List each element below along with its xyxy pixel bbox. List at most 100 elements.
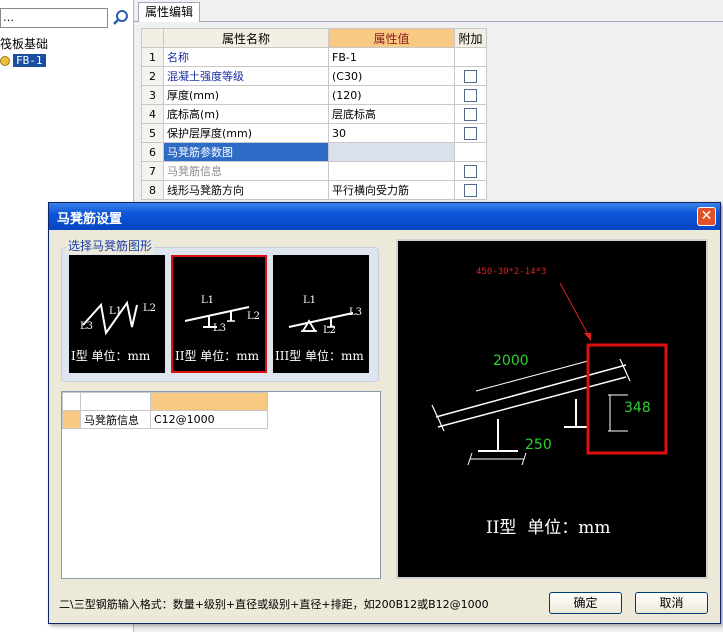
row-number: 1 [141,47,164,67]
tree-item-label: FB-1 [13,54,46,67]
property-value[interactable]: 层底标高 [328,104,455,124]
extra-checkbox[interactable] [464,183,477,197]
shape-option-type1[interactable]: L1 L2 L3 I型 单位：mm [69,255,165,373]
extra-cell [454,142,487,162]
label-l3: L3 [213,323,227,334]
property-row[interactable]: 2 混凝土强度等级 (C30) [141,66,487,86]
property-name: 混凝土强度等级 [163,66,329,86]
property-value[interactable]: (120) [328,85,455,105]
extra-cell[interactable] [454,85,487,105]
row-number: 6 [141,142,164,162]
extra-checkbox[interactable] [464,126,477,140]
stirrup-chair-dialog: 马凳筋设置 ✕ L1 L2 L3 I型 单位：mm L1 L2 L3 II型 单… [48,202,721,624]
property-name: 名称 [163,47,329,67]
header-extra[interactable]: 附加 [454,28,487,48]
info-row-marker [62,410,81,429]
tab-divider [134,21,723,22]
dim-l3-label: 250 [525,437,552,453]
dim-l2-label: 348 [624,400,651,416]
highlight-box [586,343,668,455]
shape-group: L1 L2 L3 I型 单位：mm L1 L2 L3 II型 单位：mm L1 … [61,247,379,382]
property-name: 底标高(m) [163,104,329,124]
preview-caption: II型 单位：mm [486,518,611,538]
property-row[interactable]: 8 线形马凳筋方向 平行横向受力筋 [141,180,487,200]
extra-checkbox[interactable] [464,69,477,83]
extra-cell[interactable] [454,66,487,86]
label-l3: L3 [80,321,94,332]
tree-root-item[interactable]: 筏板基础 [0,36,48,52]
shape-caption: III型 单位：mm [275,349,364,363]
dialog-titlebar[interactable]: 马凳筋设置 ✕ [49,203,720,230]
property-name: 线形马凳筋方向 [163,180,329,200]
arrowhead-icon [584,333,591,341]
dialog-title: 马凳筋设置 [57,212,123,227]
tab-property-edit[interactable]: 属性编辑 [138,2,200,22]
row-number: 2 [141,66,164,86]
shape-caption: I型 单位：mm [71,349,151,363]
property-row[interactable]: 3 厚度(mm) (120) [141,85,487,105]
extra-cell[interactable] [454,161,487,181]
shape-option-type2[interactable]: L1 L2 L3 II型 单位：mm [171,255,267,373]
close-button[interactable]: ✕ [697,207,716,226]
tree-item-fb1[interactable]: FB-1 [0,52,46,68]
grid-corner [141,28,164,48]
property-value[interactable] [328,142,455,162]
property-row[interactable]: 4 底标高(m) 层底标高 [141,104,487,124]
property-value[interactable]: 30 [328,123,455,143]
label-l2: L2 [143,303,157,314]
extra-cell[interactable] [454,180,487,200]
property-value[interactable] [328,161,455,181]
extra-cell[interactable] [454,123,487,143]
property-value[interactable]: FB-1 [328,47,455,67]
info-panel: 马凳筋信息 C12@1000 [61,391,381,579]
label-l1: L1 [303,295,317,306]
property-value[interactable]: (C30) [328,66,455,86]
formula-arrow [559,282,592,341]
row-number: 7 [141,161,164,181]
property-row[interactable]: 5 保护层厚度(mm) 30 [141,123,487,143]
header-name[interactable]: 属性名称 [163,28,329,48]
info-header-row [62,392,268,411]
property-name: 保护层厚度(mm) [163,123,329,143]
search-icon[interactable] [110,8,131,29]
extra-checkbox[interactable] [464,88,477,102]
property-row[interactable]: 7 马凳筋信息 [141,161,487,181]
ok-button[interactable]: 确定 [549,592,622,614]
header-value[interactable]: 属性值 [328,28,455,48]
cancel-button[interactable]: 取消 [635,592,708,614]
label-l2: L2 [323,325,337,336]
property-name: 马凳筋参数图 [163,142,329,162]
shape-option-type3[interactable]: L1 L2 L3 III型 单位：mm [273,255,369,373]
label-l3: L3 [349,307,363,318]
property-name: 厚度(mm) [163,85,329,105]
row-number: 5 [141,123,164,143]
dim-l1-label: 2000 [493,353,529,369]
extra-checkbox[interactable] [464,164,477,178]
property-row[interactable]: 6 马凳筋参数图 [141,142,487,162]
info-header-value [150,392,268,411]
property-grid: 属性名称 属性值 附加 1 名称 FB-1 2 混凝土强度等级 (C30) 3 厚度(mm)(… [141,28,487,200]
formula-label: 450-30*2-14*3 [476,267,547,277]
shape-group-label: 选择马凳筋图形 [66,237,155,254]
property-value[interactable]: 平行横向受力筋 [328,180,455,200]
property-row[interactable]: 1 名称 FB-1 [141,47,487,67]
element-icon [0,55,10,66]
row-number: 4 [141,104,164,124]
extra-cell[interactable] [454,104,487,124]
shape-caption: II型 单位：mm [175,349,260,363]
property-name: 马凳筋信息 [163,161,329,181]
input-format-help: 二\三型钢筋输入格式：数量+级别+直径或级别+直径+排距，如200B12或B12… [59,598,489,611]
info-row-value[interactable]: C12@1000 [150,410,268,429]
info-grid: 马凳筋信息 C12@1000 [62,392,268,429]
extra-cell [454,47,487,67]
search-input[interactable]: … [0,8,108,28]
row-number: 3 [141,85,164,105]
extra-checkbox[interactable] [464,107,477,121]
info-header-name [80,392,151,411]
label-l2: L2 [247,311,261,322]
grid-header-row: 属性名称 属性值 附加 [141,28,487,48]
info-row[interactable]: 马凳筋信息 C12@1000 [62,410,268,429]
preview-canvas: 450-30*2-14*3 2000 348 250 II型 单位：mm [396,239,708,579]
info-corner [62,392,81,411]
info-row-label: 马凳筋信息 [80,410,151,429]
